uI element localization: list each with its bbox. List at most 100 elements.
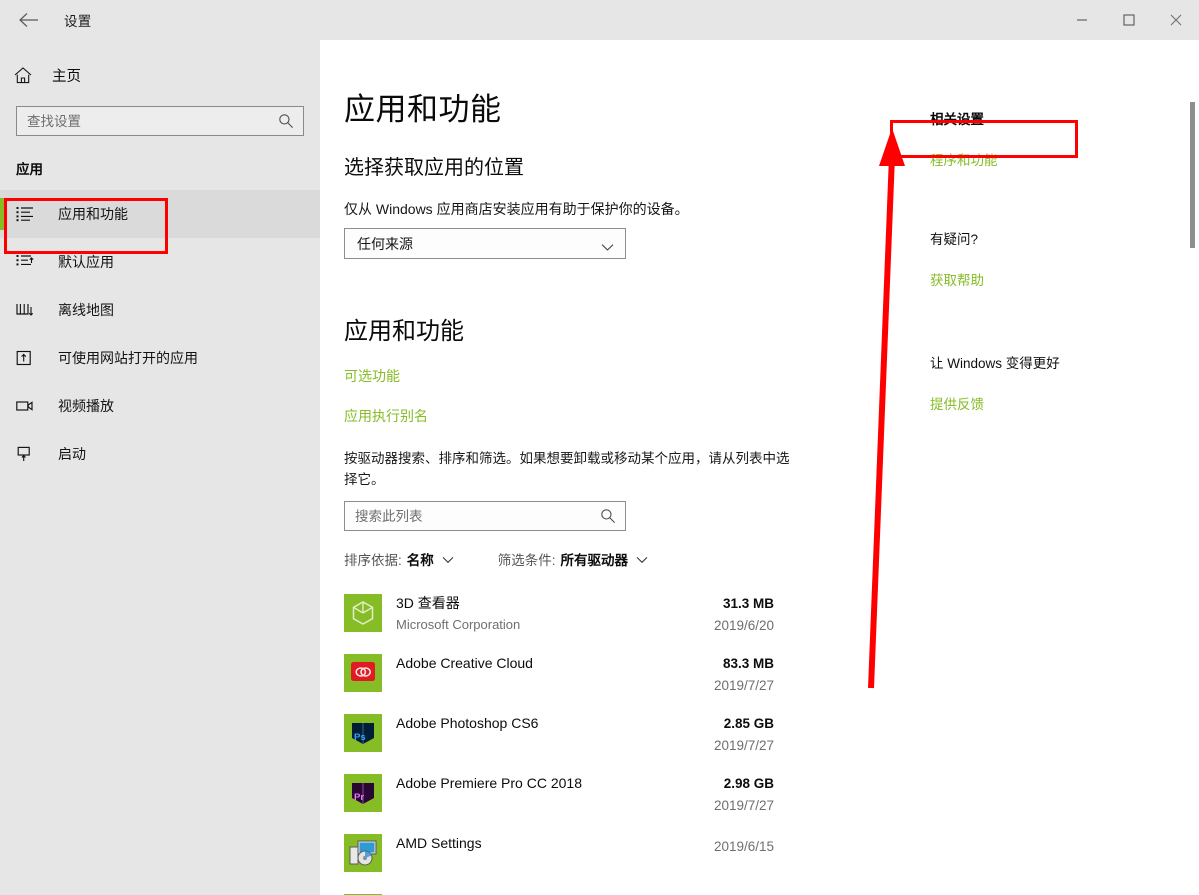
- sidebar-item-video-playback[interactable]: 视频播放: [0, 382, 320, 430]
- amd-settings-icon: [344, 834, 382, 872]
- chevron-down-icon: [636, 556, 648, 564]
- minimize-icon: [1076, 14, 1088, 26]
- app-name: Adobe Creative Cloud: [396, 654, 533, 673]
- offline-maps-icon: [16, 302, 34, 318]
- video-playback-icon-wrap: [16, 398, 44, 414]
- app-install-date: 2019/7/27: [714, 796, 774, 815]
- cube-3d-icon: [344, 594, 382, 632]
- app-item-meta: 2.85 GB 2019/7/27: [714, 714, 774, 755]
- install-section-heading: 选择获取应用的位置: [344, 151, 904, 180]
- sidebar-section-header: 应用: [16, 158, 320, 178]
- offline-maps-icon-wrap: [16, 302, 44, 318]
- window-title: 设置: [64, 10, 92, 30]
- app-item-meta: 2019/6/15: [714, 834, 774, 856]
- install-section-description: 仅从 Windows 应用商店安装应用有助于保护你的设备。: [344, 199, 904, 219]
- home-icon: [14, 67, 32, 84]
- sidebar-nav-list: 应用和功能 默认应用: [0, 190, 320, 478]
- app-item-meta: 31.3 MB 2019/6/20: [714, 594, 774, 635]
- app-list-item[interactable]: Adobe Creative Cloud 83.3 MB 2019/7/27: [344, 647, 774, 707]
- sort-by-label: 排序依据:: [344, 549, 402, 569]
- apps-for-websites-icon-wrap: [16, 350, 44, 366]
- close-icon: [1170, 14, 1182, 26]
- maximize-button[interactable]: [1105, 0, 1152, 40]
- title-bar: 设置: [0, 0, 1199, 40]
- sidebar-item-label: 应用和功能: [58, 204, 128, 224]
- sidebar-item-label: 默认应用: [58, 252, 114, 272]
- give-feedback-link[interactable]: 提供反馈: [930, 393, 984, 413]
- chevron-down-icon: [442, 556, 454, 564]
- video-playback-icon: [16, 398, 34, 414]
- app-name: 3D 查看器: [396, 594, 520, 613]
- search-icon: [278, 113, 294, 129]
- maximize-icon: [1123, 14, 1135, 26]
- programs-and-features-link[interactable]: 程序和功能: [930, 149, 998, 169]
- question-heading: 有疑问?: [930, 228, 1180, 248]
- app-size: 31.3 MB: [714, 594, 774, 613]
- filter-by-value: 所有驱动器: [561, 549, 629, 569]
- improve-windows-heading: 让 Windows 变得更好: [930, 352, 1180, 372]
- app-item-text: AMD Settings: [396, 833, 482, 856]
- main-content: 应用和功能 选择获取应用的位置 仅从 Windows 应用商店安装应用有助于保护…: [320, 40, 1199, 895]
- amd-settings-glyph: [344, 834, 382, 872]
- app-item-text: 3D 查看器 Microsoft Corporation: [396, 593, 520, 634]
- default-apps-icon-wrap: [16, 254, 44, 270]
- back-button[interactable]: [6, 4, 52, 36]
- scrollbar-thumb[interactable]: [1190, 102, 1195, 248]
- installed-apps-list: 3D 查看器 Microsoft Corporation 31.3 MB 201…: [344, 587, 774, 895]
- app-execution-aliases-link[interactable]: 应用执行别名: [344, 406, 428, 426]
- search-icon-wrap: [278, 113, 294, 134]
- app-list-item[interactable]: Chicks and Bunnies Microsoft Corporation…: [344, 887, 774, 895]
- default-apps-icon: [16, 254, 34, 270]
- sidebar-item-offline-maps[interactable]: 离线地图: [0, 286, 320, 334]
- page-title: 应用和功能: [344, 84, 904, 129]
- apps-for-websites-icon: [16, 350, 34, 366]
- apps-list-hint: 按驱动器搜索、排序和筛选。如果想要卸载或移动某个应用，请从列表中选择它。: [344, 448, 799, 490]
- close-button[interactable]: [1152, 0, 1199, 40]
- sidebar-item-startup[interactable]: 启动: [0, 430, 320, 478]
- app-list-search[interactable]: [344, 501, 626, 531]
- app-list-item[interactable]: Ps Adobe Photoshop CS6 2.85 GB 2019/7/27: [344, 707, 774, 767]
- sidebar-item-label: 可使用网站打开的应用: [58, 348, 198, 368]
- adobe-photoshop-glyph: Ps: [344, 714, 382, 752]
- sidebar-item-default-apps[interactable]: 默认应用: [0, 238, 320, 286]
- search-icon: [600, 508, 616, 524]
- sidebar-item-label: 离线地图: [58, 300, 114, 320]
- app-publisher: Microsoft Corporation: [396, 616, 520, 634]
- sidebar-item-apps-features[interactable]: 应用和功能: [0, 190, 320, 238]
- window-controls: [1058, 0, 1199, 40]
- settings-search[interactable]: [16, 106, 304, 136]
- adobe-creative-cloud-icon: [344, 654, 382, 692]
- sort-by-value: 名称: [407, 549, 434, 569]
- related-settings-heading: 相关设置: [930, 108, 1180, 128]
- sidebar-item-apps-for-websites[interactable]: 可使用网站打开的应用: [0, 334, 320, 382]
- get-help-link[interactable]: 获取帮助: [930, 269, 984, 289]
- app-item-text: Adobe Creative Cloud: [396, 653, 533, 676]
- app-item-text: Adobe Premiere Pro CC 2018: [396, 773, 582, 796]
- sidebar-item-label: 启动: [58, 444, 86, 464]
- search-icon-wrap: [600, 508, 616, 529]
- app-item-meta: 2.98 GB 2019/7/27: [714, 774, 774, 815]
- chevron-down-icon-wrap: [636, 551, 648, 569]
- optional-features-link[interactable]: 可选功能: [344, 366, 400, 386]
- sort-by-dropdown[interactable]: 排序依据: 名称: [344, 549, 454, 569]
- settings-search-input[interactable]: [27, 108, 277, 134]
- adobe-premiere-icon: Pr: [344, 774, 382, 812]
- app-size: 83.3 MB: [714, 654, 774, 673]
- apps-section-heading: 应用和功能: [344, 311, 904, 346]
- install-source-dropdown[interactable]: 任何来源: [344, 228, 626, 259]
- app-list-search-input[interactable]: [355, 503, 595, 529]
- app-list-item[interactable]: Pr Adobe Premiere Pro CC 2018 2.98 GB 20…: [344, 767, 774, 827]
- startup-icon-wrap: [16, 446, 44, 462]
- apps-features-icon: [16, 206, 34, 222]
- filter-by-dropdown[interactable]: 筛选条件: 所有驱动器: [498, 549, 648, 569]
- app-name: Adobe Photoshop CS6: [396, 714, 538, 733]
- minimize-button[interactable]: [1058, 0, 1105, 40]
- sidebar-item-home[interactable]: 主页: [14, 58, 194, 92]
- app-list-item[interactable]: 3D 查看器 Microsoft Corporation 31.3 MB 201…: [344, 587, 774, 647]
- main-scrollbar[interactable]: [1185, 40, 1199, 895]
- app-item-text: Adobe Photoshop CS6: [396, 713, 538, 736]
- title-bar-left: 设置: [0, 0, 320, 40]
- app-list-item[interactable]: AMD Settings 2019/6/15: [344, 827, 774, 887]
- app-name: AMD Settings: [396, 834, 482, 853]
- related-settings-panel: 相关设置 程序和功能 有疑问? 获取帮助 让 Windows 变得更好 提供反馈: [930, 40, 1180, 414]
